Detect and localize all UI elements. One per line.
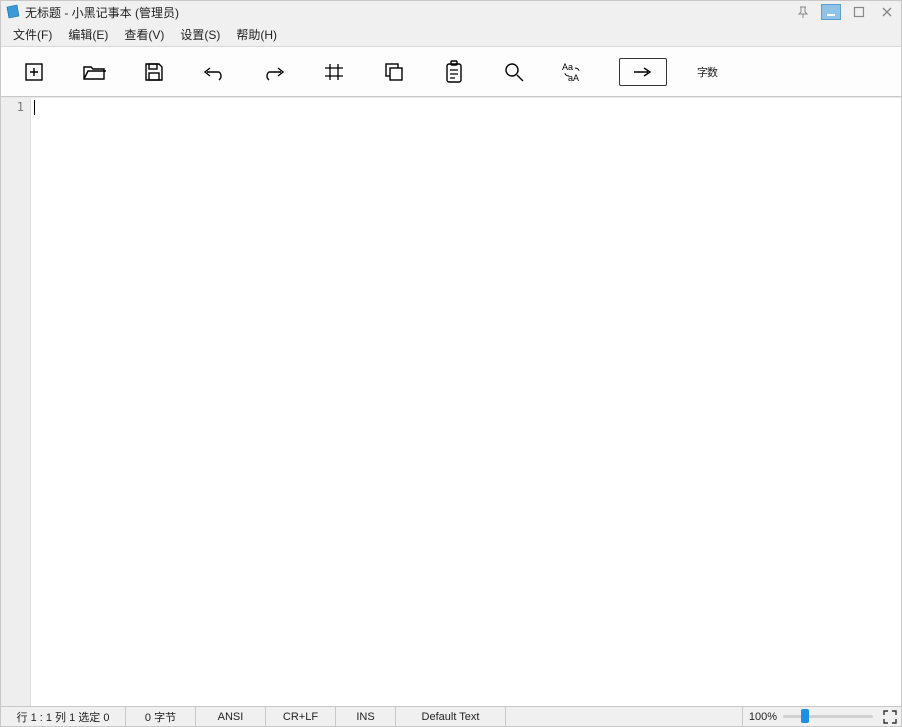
undo-icon[interactable] [199,57,229,87]
window-title: 无标题 - 小黑记事本 (管理员) [25,4,793,21]
menu-bar: 文件(F) 编辑(E) 查看(V) 设置(S) 帮助(H) [1,23,901,47]
wordcount-label: 字数 [697,67,717,79]
save-icon[interactable] [139,57,169,87]
copy-icon[interactable] [379,57,409,87]
zoom-thumb-icon[interactable] [801,709,809,723]
menu-view[interactable]: 查看(V) [118,24,170,45]
search-icon[interactable] [499,57,529,87]
status-bar: 行 1 : 1 列 1 选定 0 0 字节 ANSI CR+LF INS Def… [1,706,901,726]
redo-icon[interactable] [259,57,289,87]
status-spacer [506,707,743,726]
minimize-button[interactable] [821,4,841,20]
status-encoding[interactable]: ANSI [196,707,266,726]
menu-help[interactable]: 帮助(H) [230,24,283,45]
app-icon [5,4,21,20]
svg-text:aA: aA [568,73,579,83]
title-bar: 无标题 - 小黑记事本 (管理员) [1,1,901,23]
zoom-control: 100% [743,707,879,726]
status-eol[interactable]: CR+LF [266,707,336,726]
wordcount-button[interactable]: 字数 [697,64,717,80]
svg-text:Aa: Aa [562,62,573,72]
zoom-percent[interactable]: 100% [749,711,777,723]
status-position[interactable]: 行 1 : 1 列 1 选定 0 [1,707,126,726]
menu-edit[interactable]: 编辑(E) [62,24,114,45]
status-filetype[interactable]: Default Text [396,707,506,726]
caret-icon [34,100,35,115]
line-number-gutter: 1 [1,98,31,706]
status-bytes[interactable]: 0 字节 [126,707,196,726]
menu-settings[interactable]: 设置(S) [174,24,226,45]
close-button[interactable] [877,4,897,20]
pin-button[interactable] [793,4,813,20]
zoom-slider[interactable] [783,715,873,718]
editor-area: 1 [1,97,901,706]
new-file-icon[interactable] [19,57,49,87]
window-controls [793,4,897,20]
case-convert-icon[interactable]: AaaA [559,57,589,87]
fullscreen-icon[interactable] [879,707,901,726]
text-editor[interactable] [31,98,901,706]
open-file-icon[interactable] [79,57,109,87]
line-number: 1 [1,100,24,114]
maximize-button[interactable] [849,4,869,20]
cut-icon[interactable] [319,57,349,87]
wordwrap-icon[interactable] [619,58,667,86]
status-insert-mode[interactable]: INS [336,707,396,726]
paste-icon[interactable] [439,57,469,87]
menu-file[interactable]: 文件(F) [7,24,58,45]
toolbar: AaaA 字数 [1,47,901,97]
